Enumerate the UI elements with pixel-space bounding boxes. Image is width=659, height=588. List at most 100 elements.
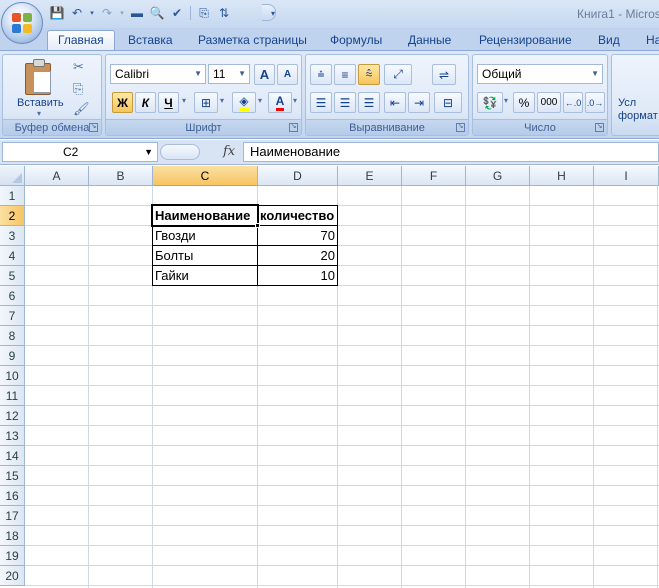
redo-icon[interactable]: ↷ (98, 4, 116, 22)
tab-home[interactable]: Главная (47, 30, 115, 50)
print-icon[interactable]: ▬ (128, 4, 146, 22)
row-header[interactable]: 16 (0, 486, 25, 506)
row-header[interactable]: 8 (0, 326, 25, 346)
paste-button-label[interactable]: Вставить (17, 97, 64, 109)
column-header-h[interactable]: H (530, 166, 594, 186)
row-header[interactable]: 12 (0, 406, 25, 426)
insert-function-icon[interactable]: fx (223, 144, 235, 159)
orientation-button[interactable]: ⤢ (384, 64, 412, 85)
decrease-decimal-button[interactable]: .0→ (585, 92, 605, 113)
grow-font-button[interactable]: A (254, 64, 275, 85)
worksheet-grid[interactable]: A B C D E F G H I 1 2 3 4 5 6 7 8 9 10 1… (0, 166, 659, 588)
cut-icon[interactable]: ✂ (73, 59, 84, 75)
row-header[interactable]: 13 (0, 426, 25, 446)
undo-icon[interactable]: ↶ (68, 4, 86, 22)
save-icon[interactable]: 💾 (48, 4, 66, 22)
row-header[interactable]: 14 (0, 446, 25, 466)
clipboard-launcher-icon[interactable]: ↘ (89, 123, 98, 132)
column-header-i[interactable]: I (594, 166, 659, 186)
row-header[interactable]: 5 (0, 266, 25, 286)
spelling-icon[interactable]: ✔ (168, 4, 186, 22)
tab-view[interactable]: Вид (598, 30, 620, 50)
row-header[interactable]: 7 (0, 306, 25, 326)
cell-c3[interactable]: Гвозди (153, 226, 257, 246)
bold-button[interactable]: Ж (112, 92, 133, 113)
thousands-button[interactable]: 000 (537, 92, 561, 113)
tab-review[interactable]: Рецензирование (479, 30, 572, 50)
customize-qat-icon[interactable]: ▾ (264, 4, 282, 22)
fill-handle[interactable] (255, 223, 260, 228)
conditional-format-label-1[interactable]: Усл (618, 97, 636, 109)
row-header[interactable]: 20 (0, 566, 25, 586)
align-left-button[interactable]: ☰ (310, 92, 332, 113)
column-header-b[interactable]: B (89, 166, 153, 186)
cell-c5[interactable]: Гайки (153, 266, 257, 286)
row-header[interactable]: 15 (0, 466, 25, 486)
cell-d2[interactable]: количество (258, 206, 337, 226)
column-header-c[interactable]: C (153, 166, 258, 186)
formula-input[interactable]: Наименование (243, 142, 659, 162)
row-header[interactable]: 2 (0, 206, 25, 226)
increase-decimal-button[interactable]: ←.0 (563, 92, 583, 113)
merge-center-button[interactable]: ⊟ (434, 92, 462, 113)
paste-icon[interactable] (25, 59, 55, 97)
column-header-g[interactable]: G (466, 166, 530, 186)
row-header[interactable]: 11 (0, 386, 25, 406)
row-header[interactable]: 17 (0, 506, 25, 526)
currency-button[interactable]: 💱 (477, 92, 503, 113)
tab-insert[interactable]: Вставка (128, 30, 173, 50)
tab-page-layout[interactable]: Разметка страницы (198, 30, 307, 50)
tab-formulas[interactable]: Формулы (330, 30, 382, 50)
fill-color-button[interactable]: ◈ (232, 92, 256, 113)
column-header-d[interactable]: D (258, 166, 338, 186)
borders-button[interactable]: ⊞ (194, 92, 218, 113)
column-header-f[interactable]: F (402, 166, 466, 186)
align-right-button[interactable]: ☰ (358, 92, 380, 113)
select-all-corner[interactable] (0, 166, 25, 186)
cell-d4[interactable]: 20 (258, 246, 337, 266)
borders-dropdown-icon[interactable]: ▾ (220, 96, 224, 105)
row-header[interactable]: 9 (0, 346, 25, 366)
redo-dropdown-icon[interactable]: ▾ (118, 4, 126, 22)
row-header[interactable]: 4 (0, 246, 25, 266)
font-launcher-icon[interactable]: ↘ (289, 123, 298, 132)
align-center-button[interactable]: ☰ (334, 92, 356, 113)
cell-d3[interactable]: 70 (258, 226, 337, 246)
copy-icon[interactable]: ⎘ (73, 81, 83, 97)
underline-dropdown-icon[interactable]: ▾ (182, 96, 186, 105)
align-middle-button[interactable]: ≡ (334, 64, 356, 85)
format-painter-icon[interactable]: 🖌 (73, 101, 90, 117)
italic-button[interactable]: К (135, 92, 156, 113)
tab-more[interactable]: На (646, 30, 659, 50)
wrap-text-button[interactable]: ⇌ (432, 64, 456, 85)
chevron-down-icon[interactable]: ▼ (144, 143, 153, 161)
align-top-button[interactable]: ⩮ (310, 64, 332, 85)
row-header[interactable]: 18 (0, 526, 25, 546)
fill-color-dropdown-icon[interactable]: ▾ (258, 96, 262, 105)
number-launcher-icon[interactable]: ↘ (595, 123, 604, 132)
conditional-format-label-2[interactable]: формат (618, 110, 658, 122)
row-header[interactable]: 1 (0, 186, 25, 206)
name-box[interactable]: C2 ▼ (2, 142, 158, 162)
paste-dropdown-icon[interactable]: ▾ (37, 109, 41, 118)
decrease-indent-button[interactable]: ⇤ (384, 92, 406, 113)
undo-dropdown-icon[interactable]: ▾ (88, 4, 96, 22)
font-color-button[interactable]: A (268, 92, 292, 113)
column-header-a[interactable]: A (25, 166, 89, 186)
cell-d5[interactable]: 10 (258, 266, 337, 286)
align-bottom-button[interactable]: ⩯ (358, 64, 380, 85)
row-header[interactable]: 10 (0, 366, 25, 386)
underline-button[interactable]: Ч (158, 92, 179, 113)
alignment-launcher-icon[interactable]: ↘ (456, 123, 465, 132)
office-button[interactable] (1, 2, 43, 44)
increase-indent-button[interactable]: ⇥ (408, 92, 430, 113)
shrink-font-button[interactable]: A (277, 64, 298, 85)
row-header[interactable]: 19 (0, 546, 25, 566)
font-color-dropdown-icon[interactable]: ▾ (293, 96, 297, 105)
column-header-e[interactable]: E (338, 166, 402, 186)
row-header[interactable]: 3 (0, 226, 25, 246)
row-header[interactable]: 6 (0, 286, 25, 306)
cell-c4[interactable]: Болты (153, 246, 257, 266)
tab-data[interactable]: Данные (408, 30, 451, 50)
sort-icon[interactable]: ⇅ (215, 4, 233, 22)
